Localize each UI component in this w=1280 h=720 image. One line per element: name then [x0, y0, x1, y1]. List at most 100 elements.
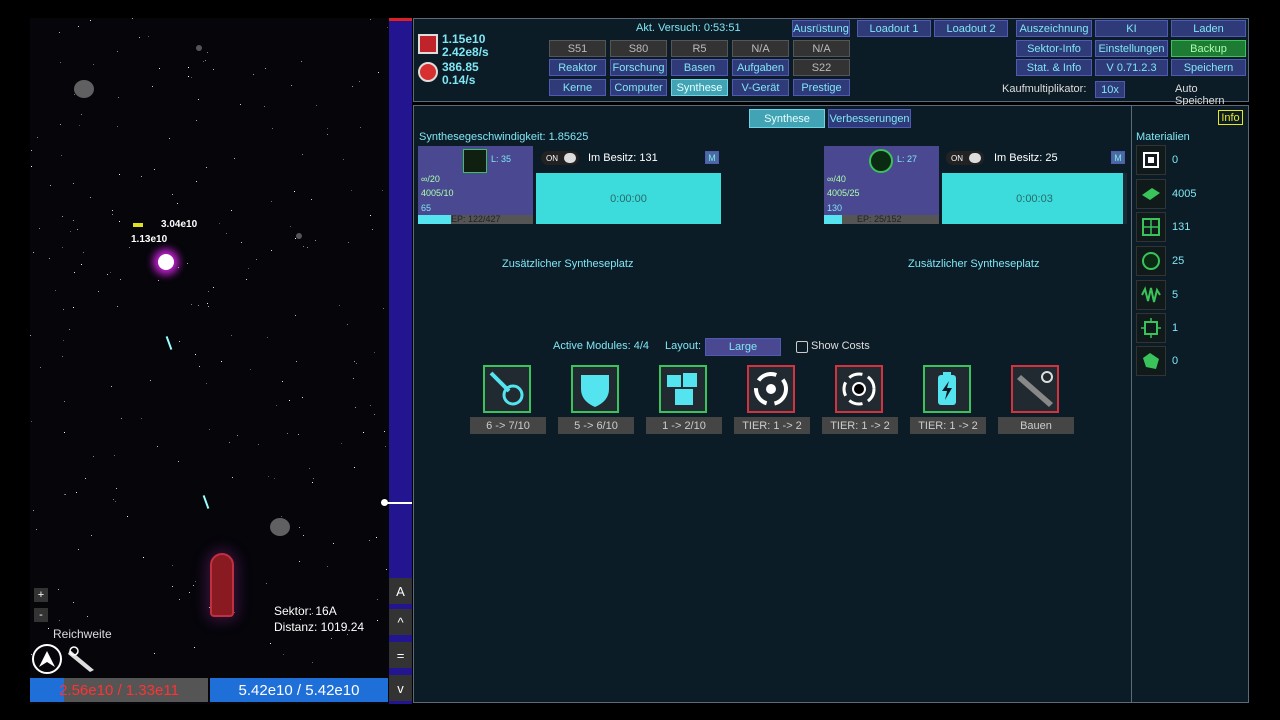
side-button-up[interactable]: ^	[389, 609, 412, 635]
star	[59, 31, 61, 33]
sector-info-button[interactable]: Sektor-Info	[1016, 40, 1092, 57]
star	[315, 239, 317, 241]
module-shield-label: 5 -> 6/10	[558, 417, 634, 434]
module-blackhole[interactable]	[835, 365, 883, 413]
stats-button[interactable]: Stat. & Info	[1016, 59, 1092, 76]
slot-s51[interactable]: S51	[549, 40, 606, 57]
star	[375, 537, 377, 539]
star	[60, 154, 62, 156]
star	[92, 456, 94, 458]
settings-button[interactable]: Einstellungen	[1095, 40, 1168, 57]
module-shield[interactable]	[571, 365, 619, 413]
side-button-eq[interactable]: =	[389, 642, 412, 668]
star	[60, 124, 62, 126]
awards-button[interactable]: Auszeichnung	[1016, 20, 1092, 37]
module-crystals[interactable]	[659, 365, 707, 413]
zoom-in-button[interactable]: +	[34, 588, 48, 602]
side-button-down[interactable]: v	[389, 675, 412, 701]
slot-1-ep-text: EP: 122/427	[451, 214, 501, 224]
loadout1-button[interactable]: Loadout 1	[857, 20, 931, 37]
module-comet-label: 6 -> 7/10	[470, 417, 546, 434]
backup-button[interactable]: Backup	[1171, 40, 1246, 57]
star	[282, 654, 284, 656]
module-vortex[interactable]	[747, 365, 795, 413]
save-button[interactable]: Speichern	[1171, 59, 1246, 76]
module-battery[interactable]	[923, 365, 971, 413]
nav-computer[interactable]: Computer	[610, 79, 667, 96]
star	[354, 467, 356, 469]
slot-2-m-button[interactable]: M	[1111, 151, 1125, 164]
module-weapon-label[interactable]: Bauen	[998, 417, 1074, 434]
star	[47, 628, 49, 630]
materials-title: Materialien	[1136, 131, 1190, 143]
star	[151, 86, 153, 88]
nav-tasks[interactable]: Aufgaben	[732, 59, 789, 76]
star	[289, 400, 291, 402]
star	[376, 598, 378, 600]
star	[50, 184, 52, 186]
star	[32, 251, 34, 253]
version-button[interactable]: V 0.71.2.3	[1095, 59, 1168, 76]
show-costs-checkbox[interactable]	[796, 341, 808, 353]
nav-v-device[interactable]: V-Gerät	[732, 79, 789, 96]
nav-research[interactable]: Forschung	[610, 59, 667, 76]
extra-slot-left[interactable]: Zusätzlicher Syntheseplatz	[502, 258, 633, 270]
fleet-icon[interactable]	[32, 644, 62, 674]
material-plate-value: 4005	[1172, 188, 1197, 200]
tab-upgrades[interactable]: Verbesserungen	[828, 109, 911, 128]
load-button[interactable]: Laden	[1171, 20, 1246, 37]
star	[157, 280, 159, 282]
slot-1-progress: 0:00:00	[536, 173, 721, 224]
star	[266, 337, 268, 339]
slot-1-m-button[interactable]: M	[705, 151, 719, 164]
weapon-icon[interactable]	[68, 646, 98, 674]
slot-na-1[interactable]: N/A	[732, 40, 789, 57]
weapon-icon	[1017, 371, 1053, 407]
slot-2-toggle[interactable]: ON	[946, 151, 984, 165]
star	[90, 535, 92, 537]
slot-1-toggle[interactable]: ON	[541, 151, 579, 165]
module-weapon[interactable]	[1011, 365, 1059, 413]
module-comet[interactable]	[483, 365, 531, 413]
slot-na-2[interactable]: N/A	[793, 40, 850, 57]
board-icon	[1136, 313, 1166, 343]
slot-r5[interactable]: R5	[671, 40, 728, 57]
equipment-button[interactable]: Ausrüstung	[792, 20, 850, 37]
tab-synthesis[interactable]: Synthese	[749, 109, 825, 128]
slot-s22[interactable]: S22	[793, 59, 850, 76]
game-viewport[interactable]: 3.04e10 1.13e10 Sektor: 16A Distanz: 101…	[30, 18, 390, 704]
synthesis-slot-1-card[interactable]: L: 35 ∞/20 4005/10 65 EP: 122/427	[418, 146, 533, 224]
star	[248, 267, 250, 269]
ai-button[interactable]: KI	[1095, 20, 1168, 37]
side-button-a[interactable]: A	[389, 578, 412, 604]
nav-prestige[interactable]: Prestige	[793, 79, 850, 96]
star	[312, 478, 314, 480]
nav-synthesis[interactable]: Synthese	[671, 79, 728, 96]
star	[301, 61, 303, 63]
info-button[interactable]: Info	[1218, 110, 1243, 125]
star	[112, 210, 114, 212]
star	[31, 165, 33, 167]
layout-select[interactable]: Large	[705, 338, 781, 356]
synthesis-slot-2-card[interactable]: L: 27 ∞/40 4005/25 130 EP: 25/152	[824, 146, 939, 224]
slot-s80[interactable]: S80	[610, 40, 667, 57]
circuit-icon	[463, 149, 487, 173]
star	[290, 85, 292, 87]
loadout2-button[interactable]: Loadout 2	[934, 20, 1008, 37]
enemy-orb[interactable]	[158, 254, 174, 270]
star	[348, 241, 349, 243]
nav-cores[interactable]: Kerne	[549, 79, 606, 96]
nav-bases[interactable]: Basen	[671, 59, 728, 76]
buy-multiplier-button[interactable]: 10x	[1095, 81, 1125, 98]
range-label: Reichweite	[53, 627, 112, 641]
extra-slot-right[interactable]: Zusätzlicher Syntheseplatz	[908, 258, 1039, 270]
nav-reactor[interactable]: Reaktor	[549, 59, 606, 76]
star	[368, 539, 370, 541]
zoom-out-button[interactable]: -	[34, 608, 48, 622]
star	[115, 487, 117, 489]
star	[30, 334, 32, 336]
star	[140, 175, 142, 177]
plate-icon	[1136, 179, 1166, 209]
resource2-rate: 0.14/s	[442, 73, 476, 87]
star	[62, 355, 64, 357]
